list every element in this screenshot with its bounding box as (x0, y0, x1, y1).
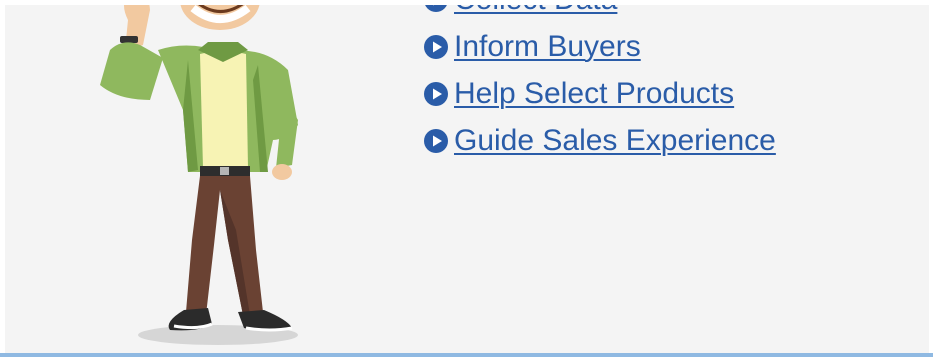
list-item: Inform Buyers (424, 23, 776, 70)
top-edge (0, 0, 933, 5)
list-item: Guide Sales Experience (424, 117, 776, 164)
play-circle-icon (424, 34, 448, 59)
play-circle-icon (424, 81, 448, 106)
guide-sales-experience-link[interactable]: Guide Sales Experience (454, 125, 776, 156)
list-item: Help Select Products (424, 70, 776, 117)
play-circle-icon (424, 128, 448, 153)
inform-buyers-link[interactable]: Inform Buyers (454, 31, 641, 62)
cartoon-man-illustration (100, 0, 298, 345)
bottom-divider (0, 353, 933, 357)
feature-link-list: Collect Data Inform Buyers Help Select P… (424, 0, 776, 164)
help-select-products-link[interactable]: Help Select Products (454, 78, 734, 109)
